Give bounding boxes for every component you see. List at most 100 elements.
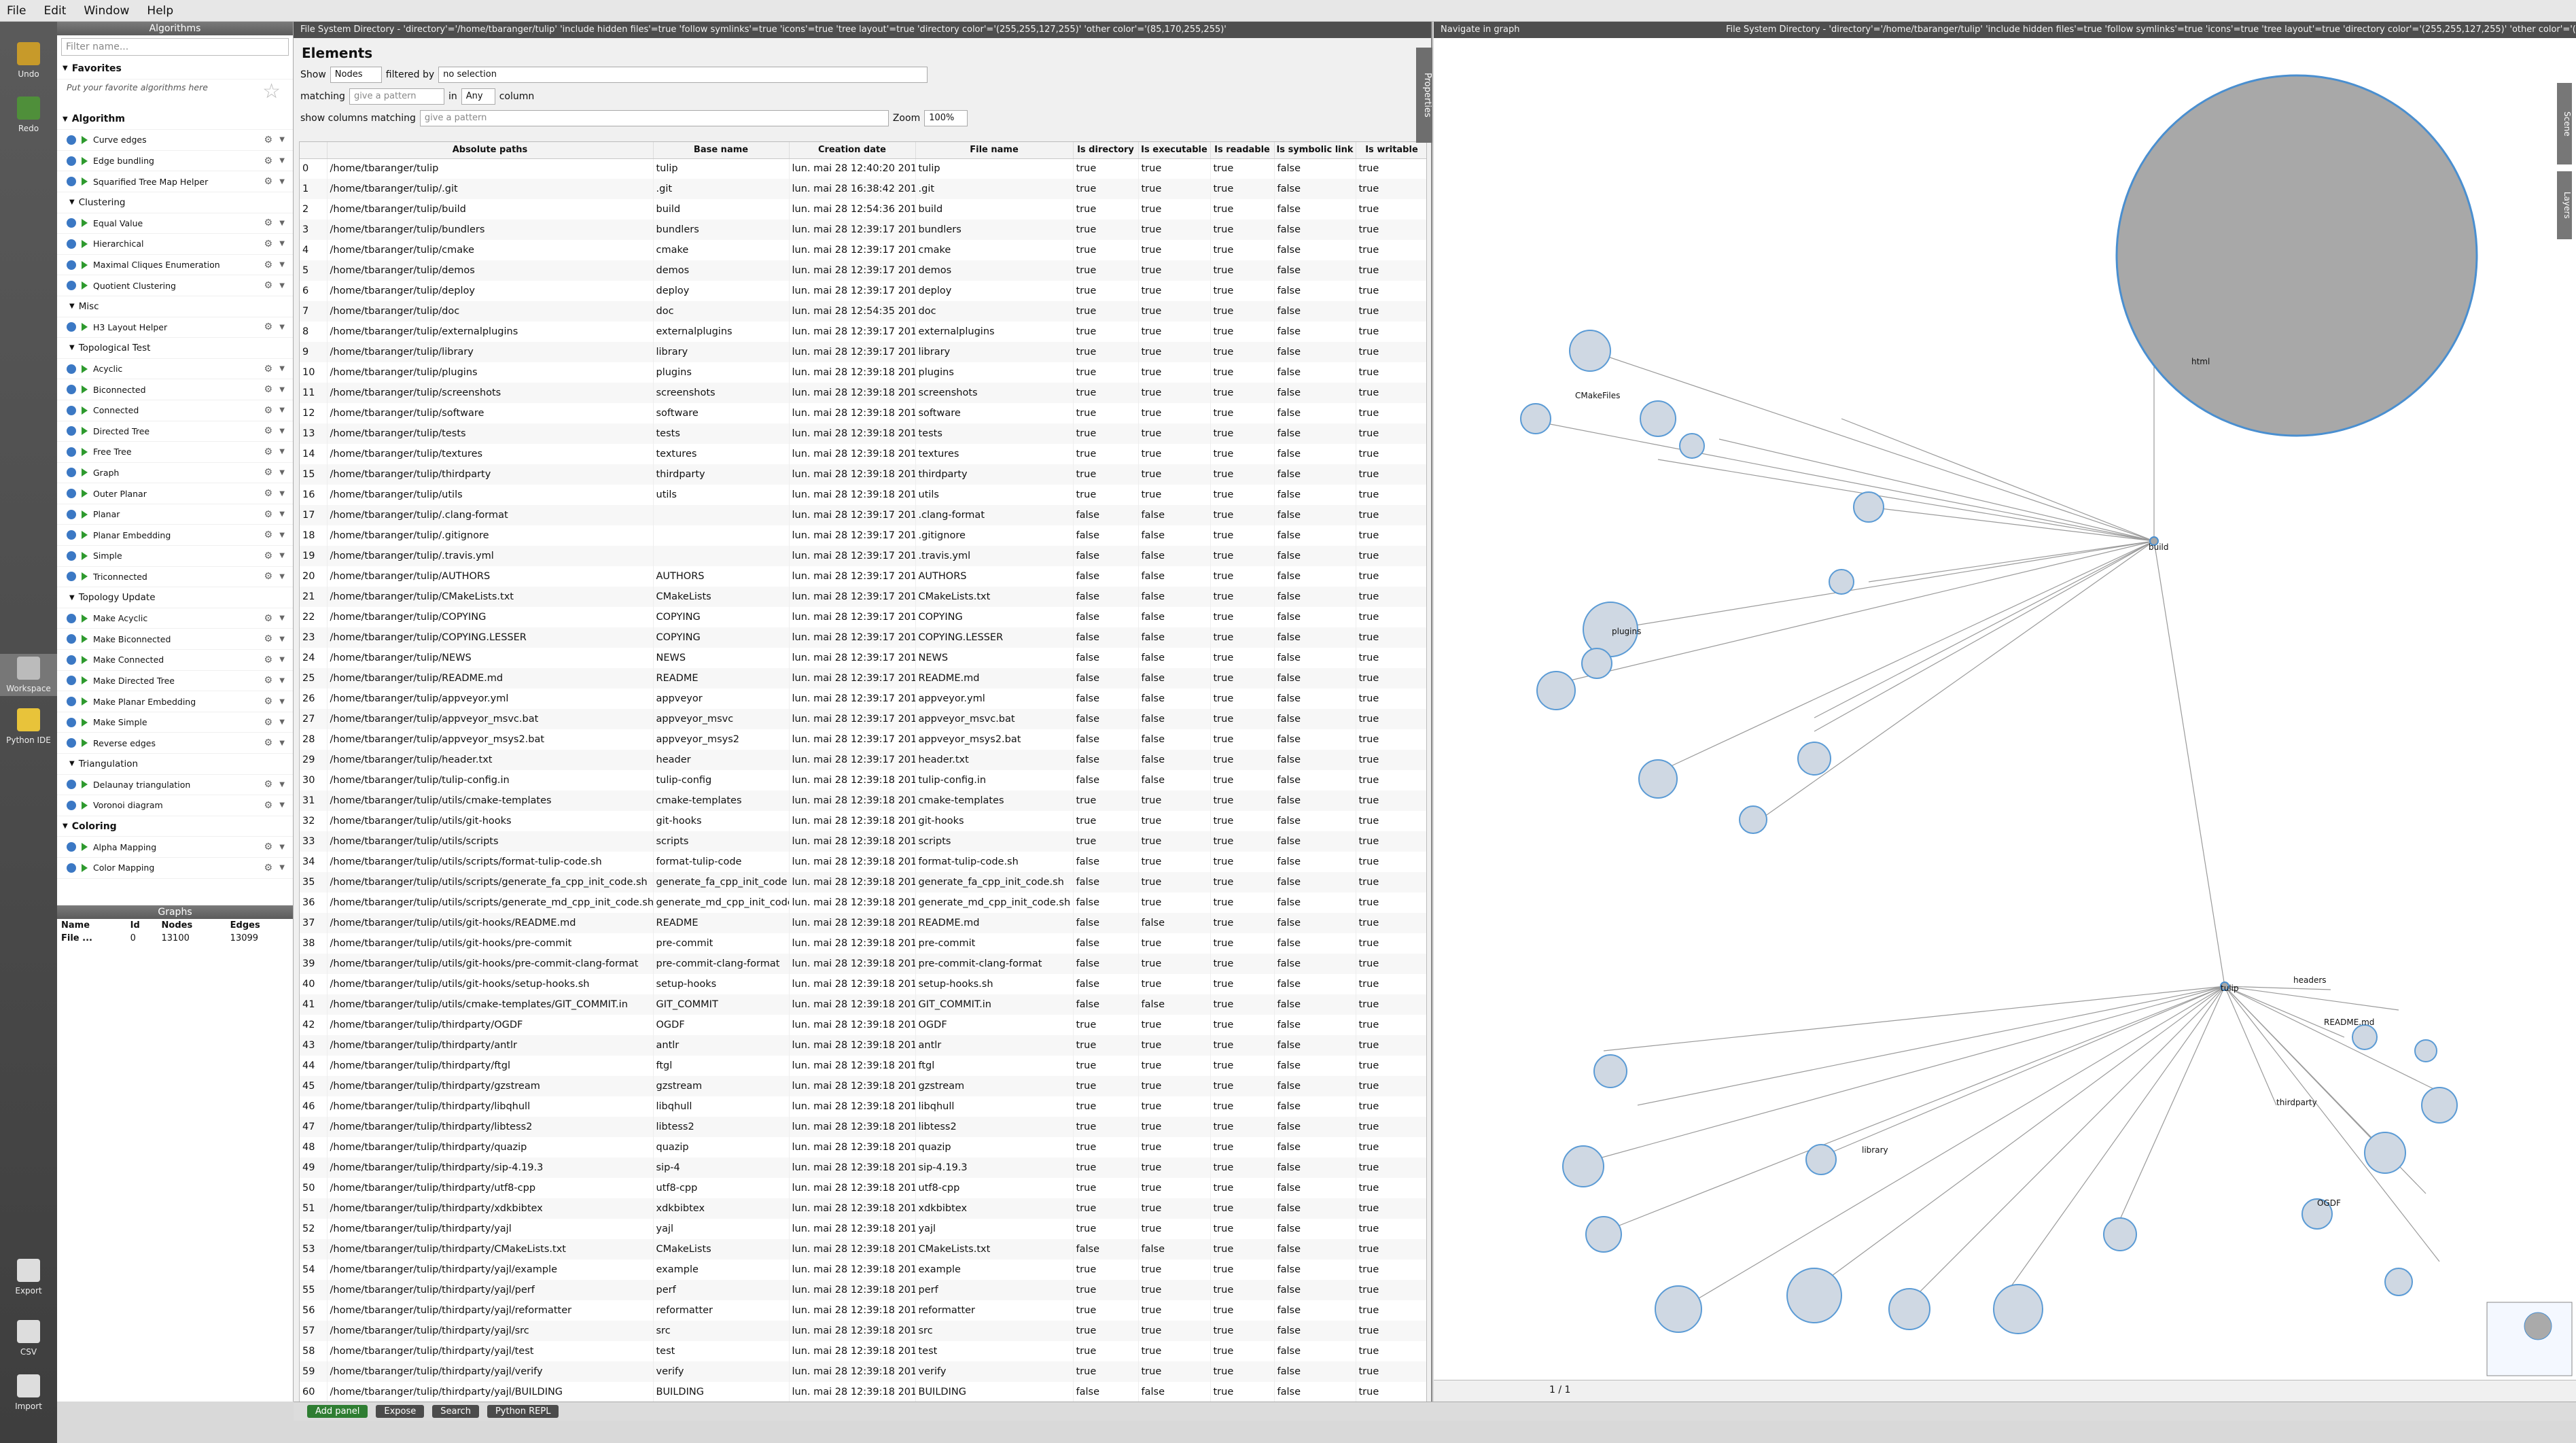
algorithm-item[interactable]: Reverse edges ⚙ ▼ <box>57 733 293 754</box>
table-row[interactable]: 45/home/tbaranger/tulip/thirdparty/gzstr… <box>300 1076 1426 1096</box>
graph-node-cluster[interactable] <box>2352 1024 2378 1050</box>
graph-node-cluster[interactable] <box>1805 1144 1837 1175</box>
run-icon[interactable] <box>82 676 88 685</box>
settings-icon[interactable]: ⚙ <box>264 447 272 457</box>
column-header[interactable]: Is readable <box>1210 142 1275 159</box>
chevron-down-icon[interactable]: ▼ <box>279 614 285 622</box>
chevron-down-icon[interactable]: ▼ <box>279 636 285 643</box>
settings-icon[interactable]: ⚙ <box>264 176 272 187</box>
settings-icon[interactable]: ⚙ <box>264 571 272 582</box>
run-icon[interactable] <box>82 385 88 394</box>
filter-select[interactable]: no selection <box>438 67 928 83</box>
graph-node-cluster[interactable] <box>1581 648 1612 679</box>
chevron-down-icon[interactable]: ▼ <box>279 157 285 164</box>
graph-node-cluster[interactable] <box>1888 1288 1930 1330</box>
column-header[interactable]: Is writable <box>1356 142 1426 159</box>
table-row[interactable]: 22/home/tbaranger/tulip/COPYING COPYING lu… <box>300 607 1426 627</box>
table-row[interactable]: 0/home/tbaranger/tulip tulip lun. mai 28 1… <box>300 158 1426 179</box>
algorithm-item[interactable]: Biconnected ⚙ ▼ <box>57 379 293 400</box>
graph-node-cluster[interactable] <box>2421 1087 2458 1124</box>
favorites-dropzone[interactable]: Put your favorite algorithms here ☆ <box>57 80 293 109</box>
run-icon[interactable] <box>82 843 88 852</box>
graph-node-cluster[interactable] <box>1638 759 1678 799</box>
settings-icon[interactable]: ⚙ <box>264 467 272 478</box>
algorithm-subcategory[interactable]: ▼ Topology Update <box>57 587 293 608</box>
table-row[interactable]: 18/home/tbaranger/tulip/.gitignore lun. m… <box>300 525 1426 546</box>
table-row[interactable]: 44/home/tbaranger/tulip/thirdparty/ftgl f… <box>300 1056 1426 1076</box>
column-header[interactable]: Base name <box>653 142 790 159</box>
import-button[interactable]: Import <box>0 1374 57 1411</box>
table-row[interactable]: 38/home/tbaranger/tulip/utils/git-hooks/… <box>300 933 1426 954</box>
table-row[interactable]: 12/home/tbaranger/tulip/software software… <box>300 403 1426 423</box>
run-icon[interactable] <box>82 135 88 144</box>
table-row[interactable]: 34/home/tbaranger/tulip/utils/scripts/fo… <box>300 852 1426 872</box>
settings-icon[interactable]: ⚙ <box>264 863 272 873</box>
algorithm-item[interactable]: Connected ⚙ ▼ <box>57 400 293 421</box>
algorithm-item[interactable]: Free Tree ⚙ ▼ <box>57 442 293 463</box>
settings-icon[interactable]: ⚙ <box>264 717 272 728</box>
settings-icon[interactable]: ⚙ <box>264 551 272 561</box>
chevron-down-icon[interactable]: ▼ <box>279 386 285 394</box>
table-row[interactable]: 3/home/tbaranger/tulip/bundlers bundlers l… <box>300 220 1426 240</box>
chevron-down-icon[interactable]: ▼ <box>279 490 285 498</box>
workspace-button[interactable]: Workspace <box>0 654 57 696</box>
algorithm-item[interactable]: H3 Layout Helper ⚙ ▼ <box>57 317 293 338</box>
column-header[interactable]: Is executable <box>1138 142 1211 159</box>
table-row[interactable]: 51/home/tbaranger/tulip/thirdparty/xdkbi… <box>300 1198 1426 1219</box>
graphs-col-id[interactable]: Id <box>126 919 158 932</box>
run-icon[interactable] <box>82 281 88 290</box>
menu-file[interactable]: File <box>7 4 26 18</box>
table-row[interactable]: 32/home/tbaranger/tulip/utils/git-hooks g… <box>300 811 1426 831</box>
graph-row[interactable]: File ... 0 13100 13099 <box>57 932 293 945</box>
algorithm-filter-input[interactable]: Filter name... <box>61 38 289 56</box>
graphs-col-name[interactable]: Name <box>57 919 126 932</box>
chevron-down-icon[interactable]: ▼ <box>279 740 285 747</box>
settings-icon[interactable]: ⚙ <box>264 364 272 375</box>
graph-node-cluster[interactable] <box>1786 1268 1842 1323</box>
table-row[interactable]: 52/home/tbaranger/tulip/thirdparty/yajl y… <box>300 1219 1426 1239</box>
chevron-down-icon[interactable]: ▼ <box>279 220 285 227</box>
table-row[interactable]: 53/home/tbaranger/tulip/thirdparty/CMake… <box>300 1239 1426 1259</box>
algorithm-category[interactable]: ▼ Coloring <box>57 816 293 837</box>
scene-tab[interactable]: Scene <box>2557 83 2572 164</box>
chevron-down-icon[interactable]: ▼ <box>279 656 285 663</box>
settings-icon[interactable]: ⚙ <box>264 779 272 790</box>
algorithm-item[interactable]: Color Mapping ⚙ ▼ <box>57 858 293 879</box>
graph-node-cluster[interactable] <box>2414 1039 2437 1062</box>
table-row[interactable]: 2/home/tbaranger/tulip/build build lun. ma… <box>300 199 1426 220</box>
settings-icon[interactable]: ⚙ <box>264 696 272 707</box>
run-icon[interactable] <box>82 406 88 415</box>
algorithm-item[interactable]: Hierarchical ⚙ ▼ <box>57 234 293 255</box>
graph-node-cluster[interactable] <box>1569 330 1611 372</box>
table-row[interactable]: 47/home/tbaranger/tulip/thirdparty/libte… <box>300 1117 1426 1137</box>
chevron-down-icon[interactable]: ▼ <box>279 573 285 580</box>
graph-node-cluster[interactable] <box>1853 491 1884 523</box>
chevron-down-icon[interactable]: ▼ <box>279 532 285 539</box>
menu-edit[interactable]: Edit <box>43 4 66 18</box>
settings-icon[interactable]: ⚙ <box>264 321 272 332</box>
column-pattern-input[interactable]: give a pattern <box>419 110 889 126</box>
algorithm-subcategory[interactable]: ▼ Clustering <box>57 192 293 213</box>
table-row[interactable]: 55/home/tbaranger/tulip/thirdparty/yajl/… <box>300 1280 1426 1300</box>
table-row[interactable]: 8/home/tbaranger/tulip/externalplugins ex… <box>300 321 1426 342</box>
algorithm-item[interactable]: Acyclic ⚙ ▼ <box>57 359 293 380</box>
algorithm-item[interactable]: Outer Planar ⚙ ▼ <box>57 483 293 504</box>
algorithm-item[interactable]: Make Simple ⚙ ▼ <box>57 712 293 733</box>
redo-button[interactable]: Redo <box>0 97 57 133</box>
html-cluster[interactable] <box>2115 74 2478 437</box>
table-row[interactable]: 15/home/tbaranger/tulip/thirdparty thirdp… <box>300 464 1426 485</box>
chevron-down-icon[interactable]: ▼ <box>279 448 285 455</box>
table-row[interactable]: 27/home/tbaranger/tulip/appveyor_msvc.ba… <box>300 709 1426 729</box>
chevron-down-icon[interactable]: ▼ <box>279 428 285 435</box>
table-row[interactable]: 25/home/tbaranger/tulip/README.md README l… <box>300 668 1426 689</box>
run-icon[interactable] <box>82 489 88 498</box>
graph-node-cluster[interactable] <box>1520 403 1551 434</box>
run-icon[interactable] <box>82 447 88 456</box>
algorithm-item[interactable]: Voronoi diagram ⚙ ▼ <box>57 795 293 816</box>
chevron-down-icon[interactable]: ▼ <box>279 510 285 518</box>
settings-icon[interactable]: ⚙ <box>264 156 272 167</box>
run-icon[interactable] <box>82 718 88 727</box>
run-icon[interactable] <box>82 739 88 748</box>
table-row[interactable]: 7/home/tbaranger/tulip/doc doc lun. mai 28… <box>300 301 1426 321</box>
graph-node-cluster[interactable] <box>2384 1268 2413 1296</box>
